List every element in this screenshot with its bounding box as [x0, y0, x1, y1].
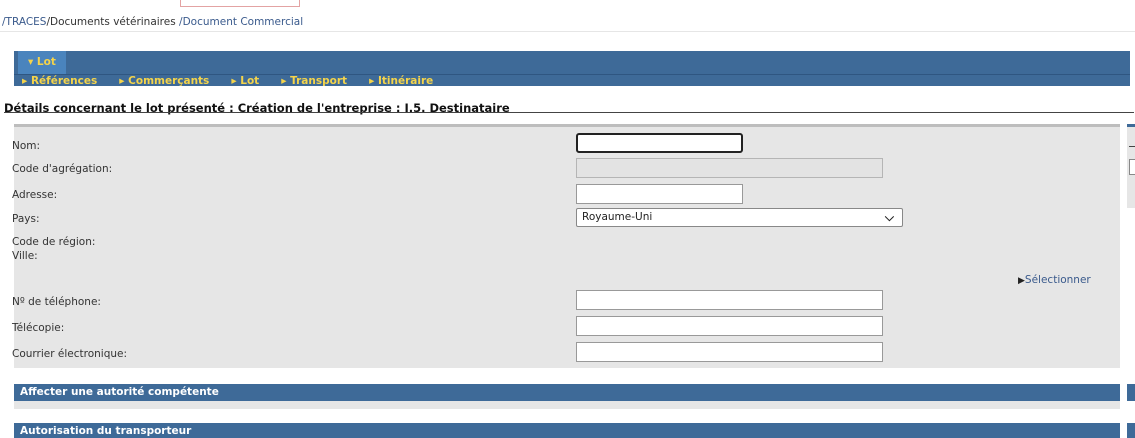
ville-label: Ville: — [12, 250, 38, 262]
breadcrumb-traces-link[interactable]: /TRACES — [2, 16, 46, 28]
courrier-label: Courrier électronique: — [12, 348, 128, 360]
selectionner-link[interactable]: ▶Sélectionner — [1018, 274, 1091, 286]
transporteur-header[interactable]: Autorisation du transporteur — [14, 423, 1120, 438]
right-edge-bar — [1127, 384, 1135, 401]
sub-navigation: Références Commerçants Lot Transport Iti… — [14, 74, 1130, 87]
telephone-field[interactable] — [576, 290, 883, 310]
telecopie-field[interactable] — [576, 316, 883, 336]
breadcrumb-divider — [0, 31, 1135, 32]
code-agregation-label: Code d'agrégation: — [12, 163, 113, 175]
autorite-competente-body — [14, 401, 1120, 409]
code-region-label: Code de région: — [12, 236, 96, 248]
subnav-lot[interactable]: Lot — [231, 75, 259, 87]
subnav-commercants[interactable]: Commerçants — [119, 75, 209, 87]
code-agregation-field — [576, 158, 883, 178]
title-divider — [4, 112, 1134, 113]
main-navigation: ▾ Lot Références Commerçants Lot Transpo… — [14, 51, 1130, 87]
tab-lot[interactable]: ▾ Lot — [18, 51, 66, 74]
lot-tab-bar: ▾ Lot — [14, 51, 1130, 74]
pays-selected-value: Royaume-Uni — [582, 211, 653, 223]
breadcrumb-documents: /Documents vétérinaires — [46, 16, 180, 28]
right-panel-input-fragment[interactable] — [1129, 159, 1135, 175]
adresse-field[interactable] — [576, 184, 743, 204]
pays-select[interactable]: Royaume-Uni ⌵ — [576, 208, 903, 227]
top-tab-fragment — [180, 0, 300, 7]
right-edge-bar-2 — [1127, 423, 1135, 438]
pays-label: Pays: — [12, 213, 40, 225]
chevron-down-icon: ⌵ — [884, 210, 894, 224]
telecopie-label: Télécopie: — [12, 322, 65, 334]
subnav-itineraire[interactable]: Itinéraire — [369, 75, 433, 87]
nom-label: Nom: — [12, 140, 41, 152]
autorite-competente-header[interactable]: Affecter une autorité compétente — [14, 384, 1120, 401]
adresse-label: Adresse: — [12, 189, 58, 201]
breadcrumb-document-commercial-link[interactable]: /Document Commercial — [179, 16, 303, 28]
right-panel-mark — [1129, 146, 1135, 147]
courrier-field[interactable] — [576, 342, 883, 362]
play-triangle-icon: ▶ — [1018, 276, 1025, 286]
telephone-label: Nº de téléphone: — [12, 296, 101, 308]
selectionner-label: Sélectionner — [1024, 274, 1091, 286]
nom-field[interactable] — [576, 133, 743, 153]
subnav-transport[interactable]: Transport — [281, 75, 347, 87]
subnav-references[interactable]: Références — [22, 75, 97, 87]
breadcrumb: /TRACES/Documents vétérinaires /Document… — [2, 16, 303, 28]
destinataire-form — [14, 124, 1120, 368]
